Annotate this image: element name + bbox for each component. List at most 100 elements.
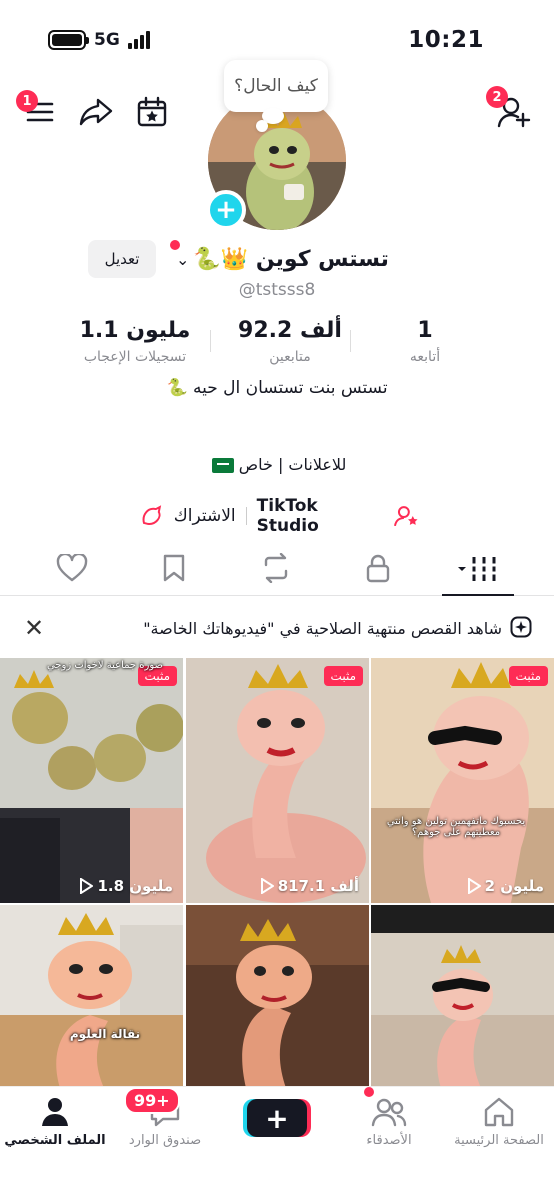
nav-profile[interactable]: الملف الشخصي [0, 1095, 110, 1148]
network-type: 5G [94, 30, 120, 50]
tab-videos[interactable] [428, 540, 528, 596]
calendar-star-icon [137, 96, 167, 127]
tab-reposts[interactable] [226, 540, 326, 596]
ads-text: للاعلانات | خاص [238, 455, 347, 474]
profile-stats: 1.1 مليون تسجيلات الإعجاب 92.2 ألف متابع… [60, 318, 500, 368]
play-icon [80, 878, 94, 894]
tab-favorites[interactable] [124, 540, 224, 596]
followers-label: متابعين [269, 349, 311, 365]
video-tile[interactable]: مثبت يحسبوك ماتفهمين تولين هو وانتي معطي… [371, 658, 554, 903]
status-indicators: 5G [48, 30, 150, 50]
studio-icon [394, 506, 418, 527]
nav-home[interactable]: الصفحة الرئيسية [444, 1095, 554, 1148]
stat-following[interactable]: 1 أتابعه [350, 318, 500, 365]
plus-icon: + [265, 1101, 289, 1135]
tab-private[interactable] [328, 540, 428, 596]
share-button[interactable] [76, 92, 116, 132]
followers-count: 92.2 ألف [238, 318, 342, 343]
status-bubble[interactable]: كيف الحال؟ [224, 60, 328, 124]
ads-line: للاعلانات | خاص [0, 455, 554, 474]
likes-label: تسجيلات الإعجاب [83, 349, 187, 365]
inbox-badge: 99+ [124, 1087, 180, 1114]
banner-text: شاهد القصص منتهية الصلاحية في "فيديوهاتك… [143, 618, 502, 638]
stat-likes[interactable]: 1.1 مليون تسجيلات الإعجاب [60, 318, 210, 365]
bottom-nav: الصفحة الرئيسية الأصدقاء + صندوق الوارد … [0, 1086, 554, 1200]
edit-profile-button[interactable]: تعديل [88, 240, 156, 278]
status-time: 10:21 [408, 27, 484, 53]
grid-icon [458, 557, 498, 581]
bubble-tail [256, 120, 268, 132]
video-tile[interactable]: مثبت 817.1 ألف [186, 658, 369, 903]
menu-button[interactable]: 1 [16, 90, 60, 132]
video-thumbnail [186, 658, 369, 903]
chevron-down-icon[interactable]: ⌄ [176, 250, 189, 269]
saudi-flag-icon [211, 458, 234, 473]
following-label: أتابعه [409, 349, 441, 365]
plus-icon: + [215, 195, 237, 225]
calendar-button[interactable] [132, 92, 172, 132]
video-caption: يحسبوك ماتفهمين تولين هو وانتي معطيتهم ع… [386, 816, 526, 838]
view-count-text: 817.1 ألف [277, 877, 359, 895]
lock-icon [366, 554, 390, 583]
heart-icon [56, 554, 88, 582]
video-tile[interactable] [371, 905, 554, 1088]
bio: تستس بنت تستسان ال حيه 🐍 [166, 378, 388, 398]
video-thumbnail [371, 658, 554, 903]
video-thumbnail [186, 905, 369, 1088]
stat-followers[interactable]: 92.2 ألف متابعين [215, 318, 365, 365]
video-caption: صورة جماعية لاخوات زوجي [46, 660, 164, 671]
friends-notification-dot [364, 1087, 374, 1097]
share-icon [79, 98, 113, 126]
video-caption: نقالة العلوم [69, 1027, 141, 1041]
divider [245, 507, 247, 525]
video-tile[interactable]: نقالة العلوم [0, 905, 183, 1088]
nav-profile-label: الملف الشخصي [4, 1133, 106, 1148]
view-count: 2 مليون [467, 877, 544, 895]
subscribe-icon [142, 505, 162, 525]
video-thumbnail [0, 905, 183, 1088]
likes-count: 1.1 مليون [79, 318, 191, 343]
subscribe-link[interactable]: الاشتراك [174, 506, 236, 526]
view-count: 1.8 مليون [79, 877, 173, 895]
view-count-text: 1.8 مليون [97, 877, 173, 895]
add-friend-badge: 2 [486, 86, 508, 108]
divider [210, 330, 211, 352]
friends-icon [371, 1098, 407, 1127]
video-tile[interactable]: مثبت صورة جماعية لاخوات زوجي 1.8 مليون [0, 658, 183, 903]
profile-tabs [0, 540, 554, 596]
menu-badge: 1 [16, 90, 38, 112]
video-thumbnail [371, 905, 554, 1088]
home-icon [484, 1097, 514, 1127]
pinned-badge: مثبت [323, 666, 363, 686]
video-thumbnail [0, 658, 183, 903]
status-bubble-text: كيف الحال؟ [234, 76, 318, 96]
following-count: 1 [417, 318, 433, 343]
battery-icon [48, 30, 89, 50]
play-icon [467, 878, 481, 894]
stories-banner[interactable]: شاهد القصص منتهية الصلاحية في "فيديوهاتك… [0, 606, 554, 650]
add-avatar-button[interactable]: + [206, 190, 246, 230]
add-friend-button[interactable]: 2 [486, 86, 534, 132]
active-tab-indicator [442, 594, 514, 596]
tab-liked[interactable] [22, 540, 122, 596]
repost-icon [264, 553, 288, 583]
pinned-badge: مثبت [508, 666, 548, 686]
create-button[interactable]: + [247, 1099, 307, 1137]
video-grid: مثبت يحسبوك ماتفهمين تولين هو وانتي معطي… [0, 658, 554, 1088]
sparkle-icon [510, 616, 532, 638]
view-count: 817.1 ألف [260, 877, 359, 895]
video-tile[interactable] [186, 905, 369, 1088]
username: @tstsss8 [238, 280, 316, 300]
bookmark-icon [163, 554, 185, 582]
view-count-text: 2 مليون [484, 877, 544, 895]
name-row[interactable]: ⌄ تستس كوين 👑🐍 [176, 240, 436, 278]
nav-inbox-label: صندوق الوارد [128, 1133, 202, 1148]
signal-icon [127, 31, 150, 49]
profile-links: الاشتراك TikTok Studio [140, 496, 420, 536]
nav-friends[interactable]: الأصدقاء [334, 1095, 444, 1148]
play-icon [260, 878, 274, 894]
nav-friends-label: الأصدقاء [366, 1133, 412, 1148]
close-icon[interactable]: ✕ [24, 614, 44, 642]
profile-icon [42, 1098, 68, 1126]
tiktok-studio-link[interactable]: TikTok Studio [257, 496, 385, 536]
